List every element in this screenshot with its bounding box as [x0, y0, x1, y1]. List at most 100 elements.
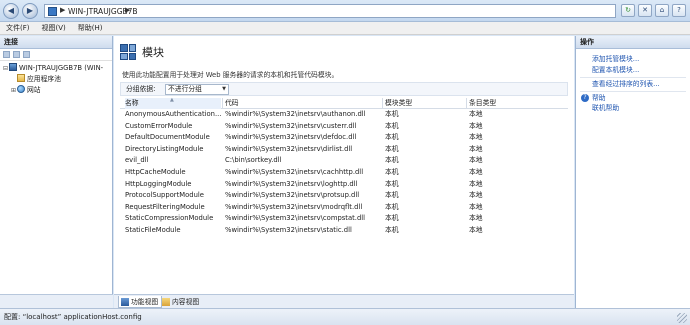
add-managed-module-link[interactable]: 添加托管模块... — [592, 54, 639, 64]
modules-table: 名称 ▲ 代码 模块类型 条目类型 AnonymousAuthenticatio… — [120, 97, 568, 237]
tree-item-app-pools[interactable]: 应用程序池 — [10, 74, 61, 85]
actions-header: 操作 — [576, 36, 690, 49]
table-row[interactable]: HttpCacheModule %windir%\System32\inetsrv… — [120, 167, 568, 179]
home-icon[interactable]: ⌂ — [655, 4, 669, 17]
table-row[interactable]: AnonymousAuthentication... %windir%\Syste… — [120, 109, 568, 121]
watermark — [6, 276, 106, 292]
module-type-cell: 本机 — [385, 144, 399, 153]
entry-type-cell: 本地 — [469, 202, 483, 211]
table-row[interactable]: DefaultDocumentModule %windir%\System32\i… — [120, 132, 568, 144]
module-code-cell: %windir%\System32\inetsrv\static.dll — [225, 225, 352, 234]
toolbar-icons: ↻ ✕ ⌂ ? — [621, 4, 686, 17]
module-name-cell: HttpLoggingModule — [125, 179, 192, 188]
table-row[interactable]: ProtocolSupportModule %windir%\System32\i… — [120, 190, 568, 202]
table-row[interactable]: evil_dll C:\bin\sortkey.dll 本机 本地 — [120, 155, 568, 167]
module-type-cell: 本机 — [385, 110, 399, 118]
module-type-cell: 本机 — [385, 191, 399, 200]
module-name-cell: DefaultDocumentModule — [125, 133, 210, 142]
menu-view[interactable]: 视图(V) — [36, 22, 72, 34]
module-code-cell: %windir%\System32\inetsrv\defdoc.dll — [225, 133, 357, 142]
table-row[interactable]: RequestFilteringModule %windir%\System32\… — [120, 202, 568, 214]
entry-type-cell: 本地 — [469, 144, 483, 153]
help-dropdown-icon[interactable]: ? — [672, 4, 686, 17]
address-field[interactable]: ▶ WIN-JTRAUJGGB7B ▶ — [44, 4, 616, 18]
module-code-cell: C:\bin\sortkey.dll — [225, 156, 282, 165]
refresh-icon[interactable]: ↻ — [621, 4, 635, 17]
module-code-cell: %windir%\System32\inetsrv\protsup.dll — [225, 191, 360, 200]
online-help-link[interactable]: 联机帮助 — [592, 103, 619, 113]
connections-pane: 连接 ⊟ WIN-JTRAUJGGB7B (WIN- 应用程序池 ⊞ 网站 — [0, 36, 113, 294]
column-header-module-type[interactable]: 模块类型 — [385, 98, 467, 109]
dropdown-arrow-icon: ▼ — [222, 86, 226, 92]
entry-type-cell: 本地 — [469, 179, 483, 188]
tree-item-label: 应用程序池 — [27, 75, 61, 83]
stop-icon[interactable]: ✕ — [638, 4, 652, 17]
address-separator-trailing: ▶ — [125, 6, 131, 14]
entry-type-cell: 本地 — [469, 167, 483, 176]
module-name-cell: DirectoryListingModule — [125, 144, 204, 153]
column-header-code[interactable]: 代码 — [225, 98, 383, 109]
resize-grip[interactable] — [677, 313, 687, 323]
view-ordered-list-link[interactable]: 查看经过排序的列表... — [592, 79, 660, 89]
tab-content-view[interactable]: 内容视图 — [160, 296, 202, 308]
entry-type-cell: 本地 — [469, 156, 483, 165]
tree-item-label: WIN-JTRAUJGGB7B (WIN- — [19, 64, 104, 72]
table-row[interactable]: CustomErrorModule %windir%\System32\inets… — [120, 121, 568, 133]
group-by-bar: 分组依据: 不进行分组 ▼ — [120, 82, 568, 96]
connections-toolbar — [0, 49, 112, 61]
expand-icon[interactable]: ⊞ — [10, 85, 17, 96]
table-row[interactable]: DirectoryListingModule %windir%\System32\… — [120, 144, 568, 156]
module-type-cell: 本机 — [385, 121, 399, 130]
features-view-icon — [121, 298, 129, 306]
disconnect-icon[interactable] — [23, 51, 30, 58]
table-header: 名称 ▲ 代码 模块类型 条目类型 — [120, 97, 568, 109]
help-link[interactable]: 帮助 — [592, 93, 606, 103]
module-type-cell: 本机 — [385, 202, 399, 211]
sort-ascending-icon: ▲ — [170, 97, 174, 103]
table-row[interactable]: StaticCompressionModule %windir%\System32… — [120, 213, 568, 225]
tree-item-sites[interactable]: ⊞ 网站 — [10, 85, 41, 96]
modules-panel: 模块 使用此功能配置用于处理对 Web 服务器的请求的本机和托管代码模块。 分组… — [114, 36, 574, 294]
connections-header: 连接 — [0, 36, 112, 49]
group-by-value: 不进行分组 — [168, 85, 202, 93]
group-by-label: 分组依据: — [126, 85, 156, 93]
module-type-cell: 本机 — [385, 179, 399, 188]
column-header-entry-type[interactable]: 条目类型 — [469, 98, 565, 109]
folder-icon — [17, 74, 25, 82]
view-tabs: 功能视图 内容视图 — [114, 294, 574, 308]
forward-button[interactable]: ▶ — [22, 3, 38, 19]
collapse-icon[interactable]: ⊟ — [2, 63, 9, 74]
page-description: 使用此功能配置用于处理对 Web 服务器的请求的本机和托管代码模块。 — [122, 71, 339, 79]
connect-icon[interactable] — [3, 51, 10, 58]
module-name-cell: HttpCacheModule — [125, 167, 186, 176]
module-code-cell: %windir%\System32\inetsrv\authanon.dll — [225, 110, 366, 118]
menu-bar: 文件(F) 视图(V) 帮助(H) — [0, 22, 690, 35]
table-body: AnonymousAuthentication... %windir%\Syste… — [120, 109, 568, 237]
module-code-cell: %windir%\System32\inetsrv\loghttp.dll — [225, 179, 358, 188]
module-type-cell: 本机 — [385, 133, 399, 142]
tab-features-view[interactable]: 功能视图 — [118, 296, 163, 308]
status-text: 配置: “localhost” applicationHost.config — [4, 313, 142, 321]
tree-item-server[interactable]: ⊟ WIN-JTRAUJGGB7B (WIN- — [2, 63, 103, 74]
configure-native-modules-link[interactable]: 配置本机模块... — [592, 65, 639, 75]
module-name-cell: StaticFileModule — [125, 225, 181, 234]
menu-help[interactable]: 帮助(H) — [72, 22, 109, 34]
group-by-select[interactable]: 不进行分组 ▼ — [165, 84, 229, 95]
save-icon[interactable] — [13, 51, 20, 58]
entry-type-cell: 本地 — [469, 121, 483, 130]
back-button[interactable]: ◀ — [3, 3, 19, 19]
address-separator: ▶ — [60, 6, 66, 14]
entry-type-cell: 本地 — [469, 191, 483, 200]
sites-icon — [17, 85, 25, 93]
module-name-cell: RequestFilteringModule — [125, 202, 205, 211]
tab-label: 内容视图 — [172, 298, 200, 306]
module-name-cell: CustomErrorModule — [125, 121, 193, 130]
table-row[interactable]: HttpLoggingModule %windir%\System32\inets… — [120, 179, 568, 191]
entry-type-cell: 本地 — [469, 214, 483, 223]
table-row[interactable]: StaticFileModule %windir%\System32\inetsr… — [120, 225, 568, 237]
module-type-cell: 本机 — [385, 214, 399, 223]
module-type-cell: 本机 — [385, 225, 399, 234]
module-code-cell: %windir%\System32\inetsrv\compstat.dll — [225, 214, 366, 223]
menu-file[interactable]: 文件(F) — [0, 22, 36, 34]
page-header: 模块 — [120, 42, 164, 62]
